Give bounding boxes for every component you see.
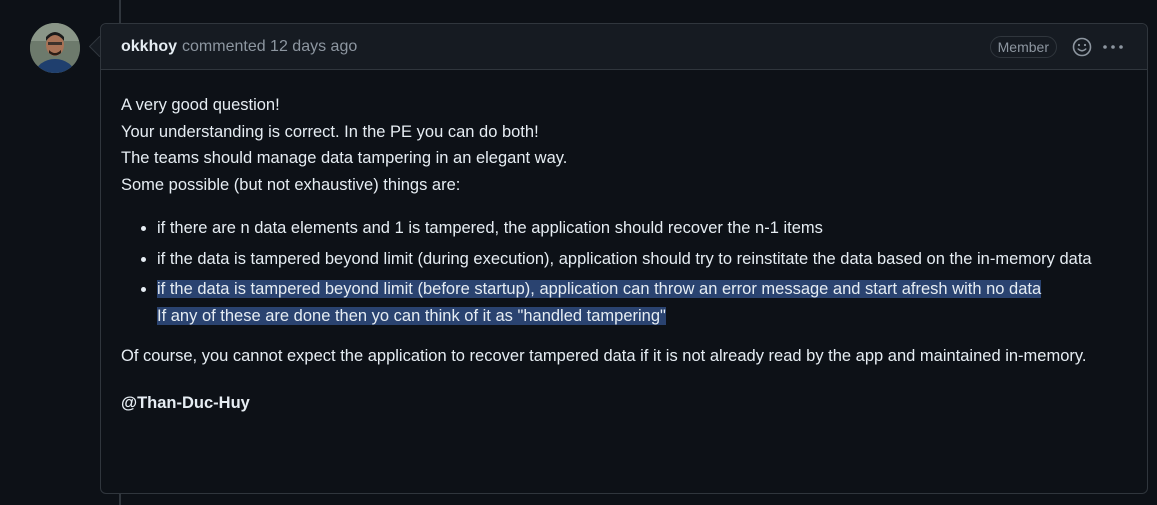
member-badge: Member bbox=[989, 36, 1057, 58]
author-link[interactable]: okkhoy bbox=[121, 38, 177, 56]
intro-line: A very good question! bbox=[121, 96, 280, 114]
selected-text: if the data is tampered beyond limit (be… bbox=[157, 280, 1042, 298]
comment-timestamp[interactable]: commented 12 days ago bbox=[182, 38, 357, 56]
intro-line: Some possible (but not exhaustive) thing… bbox=[121, 175, 461, 194]
comment-body: A very good question! Your understanding… bbox=[101, 70, 1147, 416]
avatar-image bbox=[30, 23, 80, 73]
list-item: if the data is tampered beyond limit (be… bbox=[157, 276, 1127, 329]
intro-line: Your understanding is correct. In the PE… bbox=[121, 122, 539, 141]
kebab-menu-icon[interactable] bbox=[1101, 36, 1125, 58]
user-mention-link[interactable]: @Than-Duc-Huy bbox=[121, 390, 1127, 417]
list-item: if there are n data elements and 1 is ta… bbox=[157, 215, 1127, 242]
intro-line: The teams should manage data tampering i… bbox=[121, 149, 568, 167]
selected-text-continuation: If any of these are done then yo can thi… bbox=[157, 306, 666, 325]
list-item: if the data is tampered beyond limit (du… bbox=[157, 246, 1127, 273]
smiley-icon[interactable] bbox=[1071, 36, 1093, 58]
header-actions: Member bbox=[989, 24, 1125, 70]
tampering-list: if there are n data elements and 1 is ta… bbox=[121, 215, 1127, 329]
avatar[interactable] bbox=[30, 23, 80, 73]
list-item-text: if there are n data elements and 1 is ta… bbox=[157, 219, 823, 237]
closing-paragraph: Of course, you cannot expect the applica… bbox=[121, 347, 1087, 365]
comment-card: okkhoy commented 12 days ago Member A ve… bbox=[100, 23, 1148, 494]
comment-header: okkhoy commented 12 days ago Member bbox=[101, 24, 1147, 70]
list-item-text: if the data is tampered beyond limit (du… bbox=[157, 249, 1092, 268]
